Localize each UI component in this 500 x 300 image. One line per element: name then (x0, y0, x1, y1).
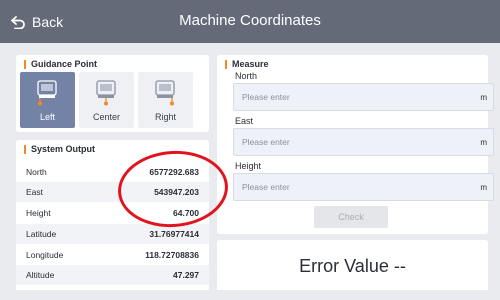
output-value: 64.700 (173, 208, 199, 218)
guidance-right-button[interactable]: Right (138, 72, 193, 128)
error-value-text: Error Value -- (299, 256, 406, 276)
top-bar: Back Machine Coordinates (0, 0, 500, 43)
system-output-panel: System Output North 6577292.683 East 543… (16, 140, 209, 290)
page-title: Machine Coordinates (179, 12, 321, 29)
east-input[interactable]: Please enter m (233, 128, 494, 156)
guidance-center-label: Center (92, 112, 120, 122)
height-field-label: Height (235, 161, 262, 171)
output-row-east: East 543947.203 (16, 182, 209, 202)
guidance-point-options: Left Center Right (20, 72, 193, 128)
north-field-label: North (235, 71, 258, 81)
east-unit: m (480, 137, 487, 147)
output-label: Longitude (26, 250, 64, 260)
output-value: 31.76977414 (149, 229, 199, 239)
output-row-north: North 6577292.683 (16, 162, 209, 182)
north-unit: m (480, 92, 487, 102)
output-row-latitude: Latitude 31.76977414 (16, 224, 209, 244)
output-label: Altitude (26, 270, 55, 280)
section-accent-bar (24, 144, 26, 154)
north-input-placeholder: Please enter (242, 92, 290, 102)
output-label: Latitude (26, 229, 57, 239)
guidance-center-button[interactable]: Center (79, 72, 134, 128)
guidance-right-label: Right (154, 112, 176, 122)
output-label: East (26, 187, 44, 197)
system-output-title-text: System Output (31, 144, 96, 154)
machine-center-point-icon (96, 80, 116, 106)
guidance-point-title-text: Guidance Point (31, 59, 98, 69)
output-row-height: Height 64.700 (16, 203, 209, 223)
error-value-panel: Error Value -- (217, 240, 488, 290)
section-accent-bar (24, 59, 26, 69)
output-label: North (26, 167, 47, 177)
guidance-point-title: Guidance Point (24, 59, 97, 69)
height-input-placeholder: Please enter (242, 182, 290, 192)
measure-title-text: Measure (232, 59, 269, 69)
height-unit: m (480, 182, 487, 192)
east-field-label: East (235, 116, 254, 126)
machine-right-point-icon (155, 80, 175, 106)
machine-left-point-icon (37, 80, 57, 106)
section-accent-bar (225, 59, 227, 69)
output-value: 543947.203 (154, 187, 199, 197)
north-input[interactable]: Please enter m (233, 83, 494, 111)
system-output-title: System Output (24, 144, 95, 154)
guidance-left-label: Left (39, 112, 55, 122)
output-row-altitude: Altitude 47.297 (16, 265, 209, 285)
height-input[interactable]: Please enter m (233, 173, 494, 201)
output-value: 6577292.683 (149, 167, 199, 177)
guidance-point-panel: Guidance Point Left Center Right (16, 55, 209, 132)
output-row-longitude: Longitude 118.72708836 (16, 245, 209, 265)
guidance-left-button[interactable]: Left (20, 72, 75, 128)
measure-panel: Measure North Please enter m East Please… (217, 55, 494, 234)
east-input-placeholder: Please enter (242, 137, 290, 147)
output-value: 118.72708836 (145, 250, 199, 260)
output-label: Height (26, 208, 51, 218)
output-value: 47.297 (173, 270, 199, 280)
measure-title: Measure (225, 59, 269, 69)
check-button[interactable]: Check (314, 206, 388, 228)
